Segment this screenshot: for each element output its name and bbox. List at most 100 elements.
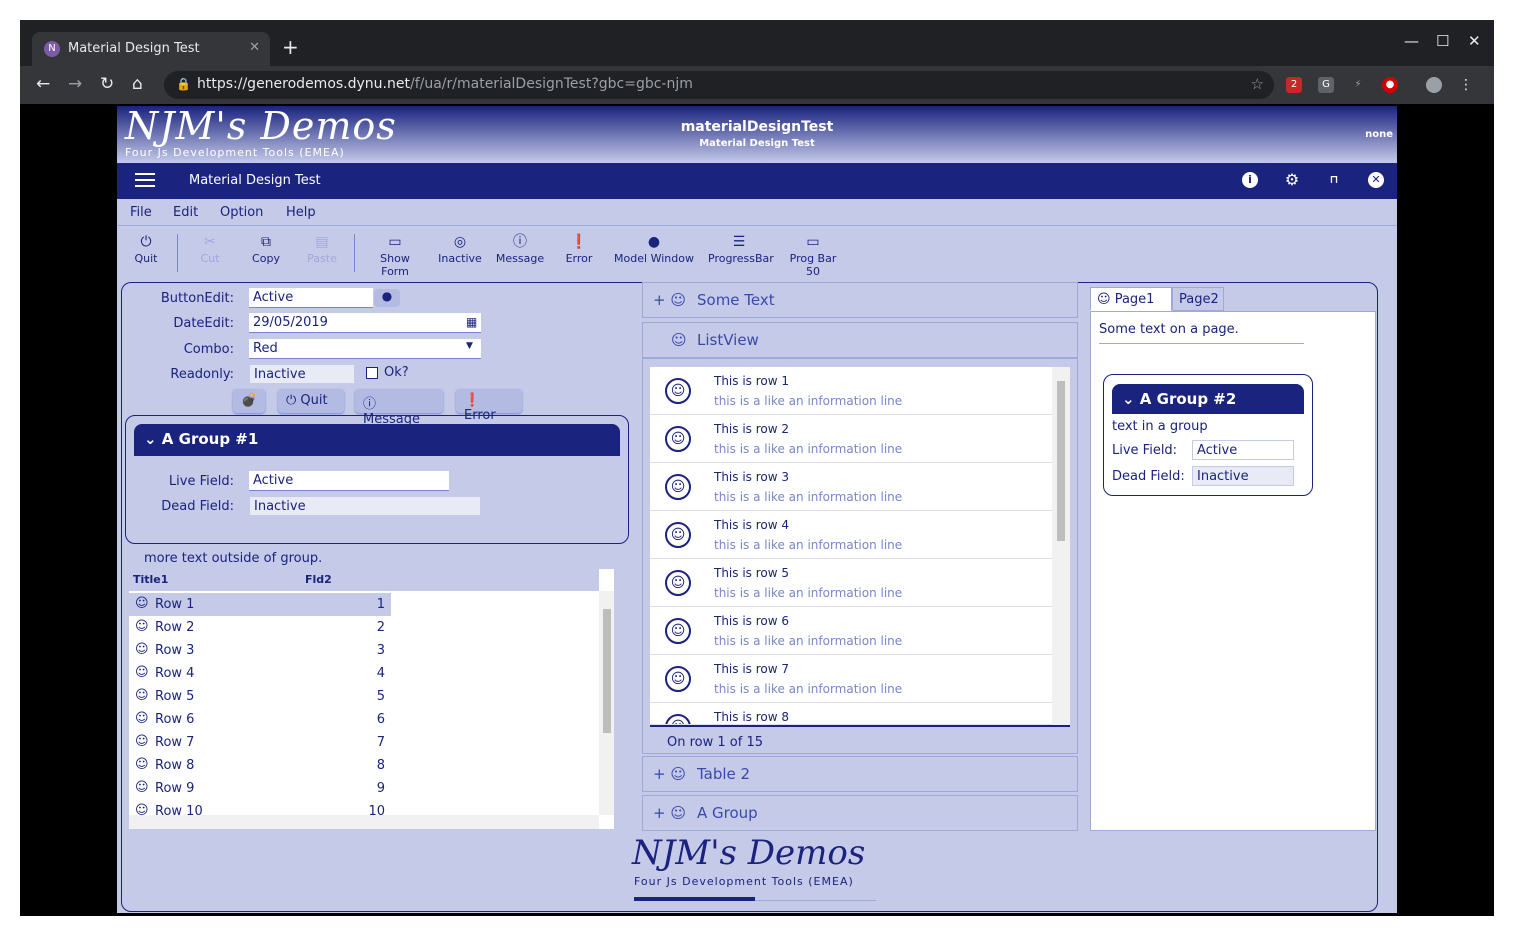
quit-button[interactable]: ⏻ Quit xyxy=(278,389,344,413)
table-row[interactable]: ☺ Row 4 4 xyxy=(129,662,391,685)
panel-listview[interactable]: ☺ ListView xyxy=(642,322,1078,358)
table-row[interactable]: ☺ Row 3 3 xyxy=(129,639,391,662)
menu-file[interactable]: File xyxy=(130,205,152,220)
bomb-icon: 💣 xyxy=(241,393,258,408)
list-item[interactable]: ☺ This is row 8 xyxy=(650,703,1052,725)
bookmark-star-icon[interactable]: ☆ xyxy=(1251,75,1264,93)
info-icon[interactable]: i xyxy=(1242,172,1258,188)
list-item[interactable]: ☺ This is row 6 this is a like an informat… xyxy=(650,607,1052,655)
buttonedit-circle-button[interactable]: ● xyxy=(374,289,400,307)
table-row[interactable]: ☺ Row 6 6 xyxy=(129,708,391,731)
toolbar-model-window-button[interactable]: ● Model Window xyxy=(614,232,694,265)
toolbar-show-form-button[interactable]: ▭ Show Form xyxy=(365,232,425,278)
listview-status: On row 1 of 15 xyxy=(667,735,763,750)
browser-tab[interactable]: N Material Design Test ✕ xyxy=(32,32,270,66)
list-item[interactable]: ☺ This is row 5 this is a like an informat… xyxy=(650,559,1052,607)
smile-icon: ☺ xyxy=(671,331,687,349)
home-icon[interactable]: ⌂ xyxy=(132,74,143,94)
dateedit-field[interactable]: 29/05/2019 xyxy=(249,313,481,333)
smile-icon: ☺ xyxy=(665,522,691,548)
toolbar-prog-bar-50-button[interactable]: ▭ Prog Bar 50 xyxy=(783,232,843,278)
extension-g-icon[interactable]: G xyxy=(1318,77,1334,93)
minimize-icon[interactable]: — xyxy=(1404,32,1419,50)
vertical-scrollbar[interactable] xyxy=(599,591,614,815)
group-1-header[interactable]: ⌄ A Group #1 xyxy=(134,424,620,456)
toolbar-paste-button[interactable]: ▤ Paste xyxy=(305,232,339,265)
scrollbar-thumb[interactable] xyxy=(603,609,611,733)
buttonedit-field[interactable]: Active xyxy=(249,288,373,308)
live-field[interactable]: Active xyxy=(249,471,449,491)
toolbar-progressbar-button[interactable]: ☰ ProgressBar xyxy=(708,232,774,265)
message-button[interactable]: ⓘ Message xyxy=(355,389,443,427)
close-tab-icon[interactable]: ✕ xyxy=(249,40,260,55)
combo-field[interactable]: Red xyxy=(249,339,481,359)
bomb-button[interactable]: 💣 xyxy=(233,389,265,413)
extension-badge-icon[interactable]: 2 xyxy=(1286,77,1302,93)
error-button[interactable]: ❗ Error xyxy=(456,389,522,423)
hamburger-menu-icon[interactable] xyxy=(135,173,155,189)
horizontal-scrollbar[interactable] xyxy=(129,815,599,829)
url-input[interactable]: 🔒 https://generodemos.dynu.net/f/ua/r/ma… xyxy=(164,71,1274,99)
ok-checkbox[interactable] xyxy=(366,367,378,379)
browser-menu-icon[interactable]: ⋮ xyxy=(1458,77,1474,93)
table-row[interactable]: ☺ Row 8 8 xyxy=(129,754,391,777)
list-item[interactable]: ☺ This is row 2 this is a like an informat… xyxy=(650,415,1052,463)
toolbar-quit-button[interactable]: ⏻ Quit xyxy=(131,232,161,265)
row-fld2: 9 xyxy=(376,781,385,796)
info-icon: ⓘ xyxy=(363,397,377,412)
table-header: Title1 Fld2 xyxy=(129,569,599,591)
smile-icon: ☺ xyxy=(665,618,691,644)
table-row[interactable]: ☺ Row 1 1 xyxy=(129,593,391,616)
close-app-icon[interactable]: ✕ xyxy=(1368,172,1384,188)
live-field[interactable]: Active xyxy=(1192,440,1294,460)
column-header-title1[interactable]: Title1 xyxy=(133,573,168,586)
table-row[interactable]: ☺ Row 2 2 xyxy=(129,616,391,639)
panel-table-2[interactable]: + ☺ Table 2 xyxy=(642,756,1078,792)
menu-edit[interactable]: Edit xyxy=(173,205,198,220)
list-item[interactable]: ☺ This is row 7 this is a like an informat… xyxy=(650,655,1052,703)
extension-shield-icon[interactable]: ● xyxy=(1382,77,1398,93)
toolbar-inactive-button[interactable]: ◎ Inactive xyxy=(437,232,483,265)
error-icon: ❗ xyxy=(570,234,588,250)
power-icon: ⏻ xyxy=(286,393,301,408)
table-row[interactable]: ☺ Row 9 9 xyxy=(129,777,391,800)
chevron-down-icon[interactable]: ▼ xyxy=(466,341,473,351)
reload-icon[interactable]: ↻ xyxy=(100,74,114,94)
table-row[interactable]: ☺ Row 7 7 xyxy=(129,731,391,754)
list-item[interactable]: ☺ This is row 4 this is a like an informat… xyxy=(650,511,1052,559)
toolbar-copy-button[interactable]: ⧉ Copy xyxy=(249,232,283,265)
close-window-icon[interactable]: ✕ xyxy=(1468,32,1481,50)
smile-icon: ☺ xyxy=(665,474,691,500)
menu-option[interactable]: Option xyxy=(220,205,263,220)
list-item[interactable]: ☺ This is row 1 this is a like an informat… xyxy=(650,367,1052,415)
forward-icon[interactable]: → xyxy=(68,74,82,94)
info-icon: ⓘ xyxy=(513,234,527,250)
column-header-fld2[interactable]: Fld2 xyxy=(305,573,332,586)
toolbar: ⏻ Quit ✂ Cut ⧉ Copy ▤ Paste ▭ Show Form ◎ Inac… xyxy=(117,226,1397,278)
list-item[interactable]: ☺ This is row 3 this is a like an informat… xyxy=(650,463,1052,511)
calendar-icon[interactable]: ▦ xyxy=(466,315,477,329)
toolbar-message-button[interactable]: ⓘ Message xyxy=(495,232,545,265)
plus-icon: + ☺ xyxy=(653,291,686,309)
maximize-icon[interactable]: ☐ xyxy=(1436,32,1449,50)
toolbar-error-button[interactable]: ❗ Error xyxy=(564,232,594,265)
profile-avatar[interactable] xyxy=(1426,77,1442,93)
group-2-header[interactable]: ⌄ A Group #2 xyxy=(1112,384,1304,414)
bookmark-icon[interactable]: ⊓ xyxy=(1326,172,1342,188)
scrollbar-thumb[interactable] xyxy=(1057,381,1065,541)
list-scrollbar[interactable] xyxy=(1052,367,1070,725)
page-text: Some text on a page. xyxy=(1099,322,1304,344)
tab-page1[interactable]: ☺ Page1 xyxy=(1090,287,1172,311)
tab-page2[interactable]: Page2 xyxy=(1172,287,1224,311)
new-tab-icon[interactable]: + xyxy=(282,37,299,57)
back-icon[interactable]: ← xyxy=(36,74,50,94)
settings-gear-icon[interactable]: ⚙ xyxy=(1284,172,1300,188)
table-row[interactable]: ☺ Row 5 5 xyxy=(129,685,391,708)
menu-help[interactable]: Help xyxy=(286,205,316,220)
panel-some-text[interactable]: + ☺ Some Text xyxy=(642,282,1078,318)
panel-a-group[interactable]: + ☺ A Group xyxy=(642,795,1078,831)
dead-field-label: Dead Field: xyxy=(1112,469,1185,484)
row-title: Row 1 xyxy=(155,597,195,612)
toolbar-cut-button[interactable]: ✂ Cut xyxy=(195,232,225,265)
extension-bolt-icon[interactable]: ⚡ xyxy=(1350,77,1366,93)
